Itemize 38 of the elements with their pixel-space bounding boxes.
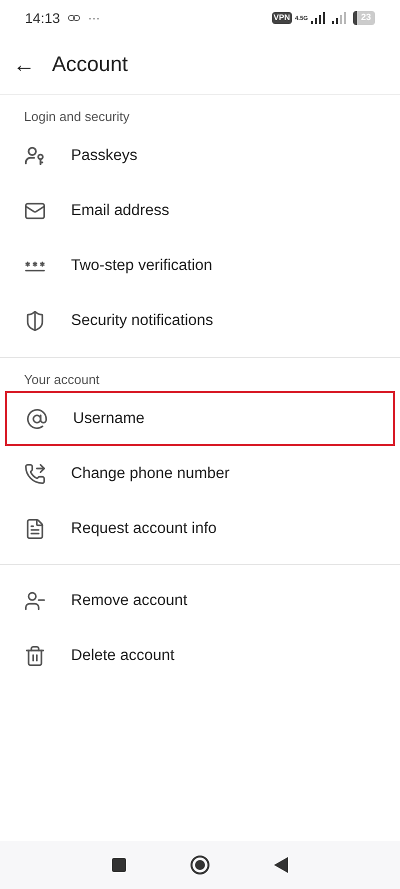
shield-icon	[24, 310, 46, 332]
list-item[interactable]: Request account info	[0, 501, 400, 556]
back-button[interactable]: ←	[12, 54, 36, 76]
item-label: Request account info	[71, 518, 217, 539]
item-label: Delete account	[71, 646, 174, 666]
phone-arrow-icon	[24, 462, 46, 484]
item-label: Email address	[71, 201, 170, 222]
overflow-dots: ···	[88, 10, 100, 27]
signal-icon	[310, 12, 325, 24]
at-sign-icon	[26, 408, 48, 430]
clock: 14:13	[25, 8, 60, 28]
signal-icon	[332, 12, 346, 24]
item-label: Change phone number	[71, 464, 230, 484]
person-minus-icon	[24, 590, 46, 612]
passkey-icon	[24, 145, 46, 167]
list-item[interactable]: Change phone number	[0, 446, 400, 501]
section-heading: Your account	[23, 370, 100, 388]
list-item[interactable]: Passkeys	[0, 128, 400, 184]
item-label: Security notifications	[71, 311, 214, 332]
list-item[interactable]: Username	[5, 391, 395, 446]
section-heading: Login and security	[23, 108, 131, 126]
page-title: Account	[52, 52, 128, 78]
back-icon[interactable]	[274, 857, 288, 873]
list-item[interactable]: Email address	[0, 184, 400, 238]
document-icon	[24, 518, 46, 540]
trash-icon	[24, 644, 46, 666]
home-icon[interactable]	[190, 855, 210, 875]
item-label: Two-step verification	[71, 256, 212, 276]
item-label: Passkeys	[71, 146, 138, 166]
list-item[interactable]: Delete account	[0, 628, 400, 683]
item-label: Remove account	[71, 590, 188, 611]
vpn-badge: VPN	[272, 12, 292, 24]
envelope-icon	[24, 200, 46, 222]
list-item[interactable]: Security notifications	[0, 294, 400, 348]
list-item[interactable]: Remove account	[0, 573, 400, 628]
link-icon	[68, 15, 80, 21]
list-item[interactable]: Two-step verification	[0, 238, 400, 294]
item-label: Username	[73, 408, 144, 429]
